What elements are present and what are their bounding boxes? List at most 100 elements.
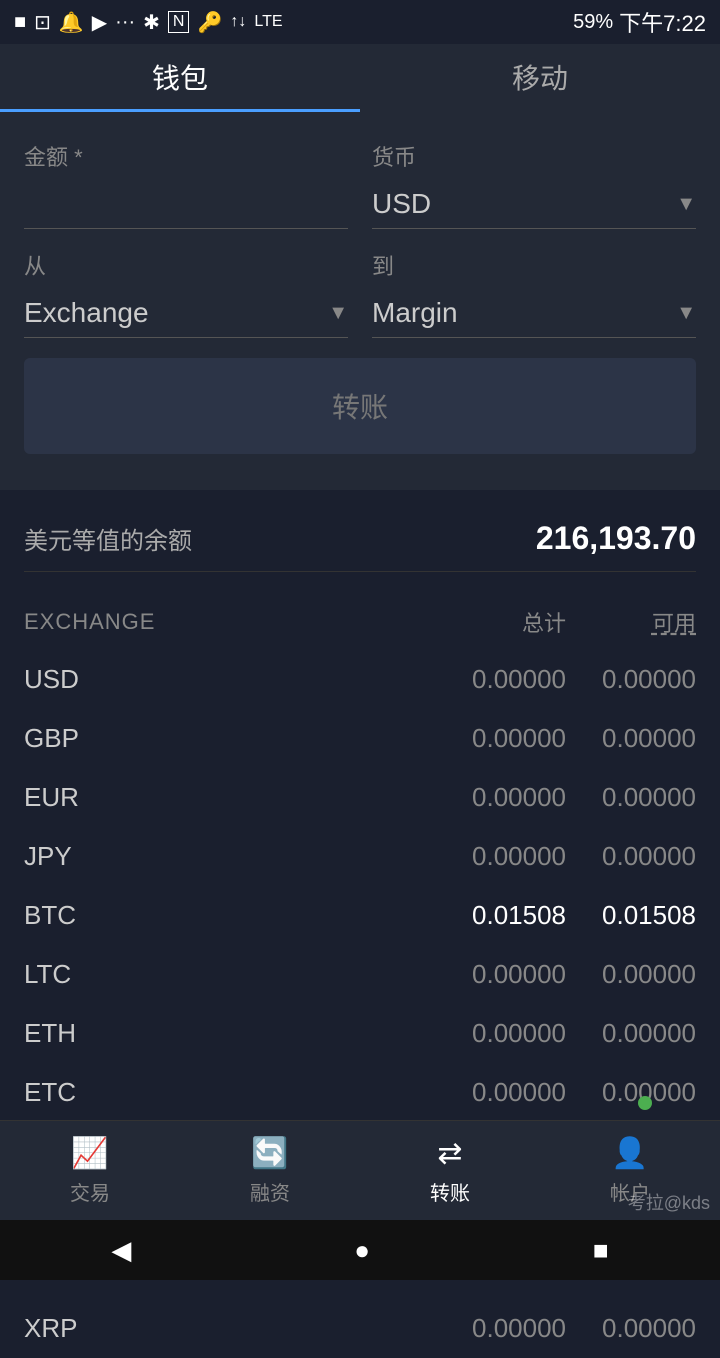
coin-available: 0.00000 bbox=[566, 959, 696, 990]
android-back-button[interactable]: ◀ bbox=[111, 1235, 131, 1266]
from-value: Exchange bbox=[24, 297, 149, 329]
coin-available: 0.01508 bbox=[566, 900, 696, 931]
coin-values: 0.00000 0.00000 bbox=[436, 782, 696, 813]
bottom-navigation: 📈 交易 🔄 融资 ⇄ 转账 👤 帐户 bbox=[0, 1120, 720, 1220]
col-headers: 总计 可用 bbox=[436, 606, 696, 638]
coin-values: 0.00000 0.00000 bbox=[436, 1077, 696, 1108]
battery-percent: 59% bbox=[573, 11, 613, 34]
status-bar: ■ ⊡ 🔔 ▶ ··· ✱ N 🔑 ↑↓ LTE 59% 下午7:22 bbox=[0, 0, 720, 44]
table-row: GBP 0.00000 0.00000 bbox=[24, 709, 696, 768]
coin-values: 0.00000 0.00000 bbox=[436, 959, 696, 990]
coin-symbol: ETH bbox=[24, 1018, 144, 1049]
tab-wallet[interactable]: 钱包 bbox=[0, 44, 360, 112]
coin-symbol: XRP bbox=[24, 1313, 144, 1344]
table-row: USD 0.00000 0.00000 bbox=[24, 650, 696, 709]
coin-available: 0.00000 bbox=[566, 1077, 696, 1108]
table-row: LTC 0.00000 0.00000 bbox=[24, 945, 696, 1004]
transfer-icon: ⇄ bbox=[437, 1136, 462, 1171]
status-icon-4: ▶ bbox=[92, 10, 107, 35]
balance-header: 美元等值的余额 216,193.70 bbox=[24, 520, 696, 572]
from-chevron-icon: ▼ bbox=[328, 302, 348, 325]
coin-total: 0.00000 bbox=[436, 723, 566, 754]
coin-total: 0.00000 bbox=[436, 664, 566, 695]
coin-total: 0.00000 bbox=[436, 1313, 566, 1344]
nav-funding[interactable]: 🔄 融资 bbox=[210, 1136, 330, 1206]
account-icon: 👤 bbox=[611, 1136, 648, 1171]
coin-total: 0.00000 bbox=[436, 1018, 566, 1049]
table-header-row: EXCHANGE 总计 可用 bbox=[24, 588, 696, 650]
currency-label: 货币 bbox=[372, 140, 696, 172]
coin-available: 0.00000 bbox=[566, 723, 696, 754]
to-chevron-icon: ▼ bbox=[676, 302, 696, 325]
nav-funding-label: 融资 bbox=[250, 1177, 290, 1206]
account-online-dot bbox=[638, 1096, 652, 1110]
currency-select[interactable]: USD ▼ bbox=[372, 180, 696, 229]
lte-label: LTE bbox=[254, 13, 282, 31]
balance-section: 美元等值的余额 216,193.70 bbox=[0, 492, 720, 588]
from-label: 从 bbox=[24, 249, 348, 281]
exchange-section-title: EXCHANGE bbox=[24, 609, 155, 635]
nav-transfer[interactable]: ⇄ 转账 bbox=[390, 1136, 510, 1206]
top-tabs: 钱包 移动 bbox=[0, 44, 720, 112]
coin-symbol: ETC bbox=[24, 1077, 144, 1108]
amount-label: 金额 * bbox=[24, 140, 348, 172]
transfer-button[interactable]: 转账 bbox=[24, 358, 696, 454]
table-row: ETH 0.00000 0.00000 bbox=[24, 1004, 696, 1063]
nav-trade-label: 交易 bbox=[70, 1177, 110, 1206]
to-value: Margin bbox=[372, 297, 458, 329]
chevron-down-icon: ▼ bbox=[676, 193, 696, 216]
to-field: 到 Margin ▼ bbox=[372, 249, 696, 338]
watermark: 考拉@kds bbox=[628, 1189, 710, 1215]
col-total-header: 总计 bbox=[436, 606, 566, 638]
from-select[interactable]: Exchange ▼ bbox=[24, 289, 348, 338]
transfer-button-row: 转账 bbox=[24, 358, 696, 454]
coin-available: 0.00000 bbox=[566, 664, 696, 695]
coin-values: 0.00000 0.00000 bbox=[436, 1018, 696, 1049]
coin-values: 0.00000 0.00000 bbox=[436, 664, 696, 695]
coin-symbol: BTC bbox=[24, 900, 144, 931]
android-recent-button[interactable]: ■ bbox=[593, 1235, 609, 1266]
key-icon: 🔑 bbox=[197, 10, 222, 35]
android-navigation: ◀ ● ■ bbox=[0, 1220, 720, 1280]
coin-total: 0.00000 bbox=[436, 959, 566, 990]
coin-symbol: JPY bbox=[24, 841, 144, 872]
amount-input[interactable] bbox=[24, 180, 348, 229]
from-field: 从 Exchange ▼ bbox=[24, 249, 348, 338]
android-home-button[interactable]: ● bbox=[354, 1235, 370, 1266]
nav-trade[interactable]: 📈 交易 bbox=[30, 1136, 150, 1206]
status-left-icons: ■ ⊡ 🔔 ▶ ··· ✱ N 🔑 ↑↓ LTE bbox=[14, 10, 283, 35]
coin-symbol: LTC bbox=[24, 959, 144, 990]
col-available-header: 可用 bbox=[566, 606, 696, 638]
amount-currency-row: 金额 * 货币 USD ▼ bbox=[24, 140, 696, 229]
amount-field: 金额 * bbox=[24, 140, 348, 229]
coin-total: 0.00000 bbox=[436, 782, 566, 813]
status-right-info: 59% 下午7:22 bbox=[573, 6, 706, 38]
balance-value: 216,193.70 bbox=[536, 520, 696, 557]
to-select[interactable]: Margin ▼ bbox=[372, 289, 696, 338]
transfer-form: 金额 * 货币 USD ▼ 从 Exchange ▼ 到 Margin ▼ bbox=[0, 112, 720, 492]
nav-transfer-label: 转账 bbox=[430, 1177, 470, 1206]
funding-icon: 🔄 bbox=[251, 1136, 288, 1171]
table-row: EUR 0.00000 0.00000 bbox=[24, 768, 696, 827]
coin-values: 0.01508 0.01508 bbox=[436, 900, 696, 931]
coin-total: 0.00000 bbox=[436, 841, 566, 872]
coin-available: 0.00000 bbox=[566, 841, 696, 872]
status-icon-3: 🔔 bbox=[59, 10, 84, 35]
coin-available: 0.00000 bbox=[566, 1313, 696, 1344]
from-to-row: 从 Exchange ▼ 到 Margin ▼ bbox=[24, 249, 696, 338]
time-display: 下午7:22 bbox=[619, 6, 706, 38]
coin-values: 0.00000 0.00000 bbox=[436, 841, 696, 872]
table-row: BTC 0.01508 0.01508 bbox=[24, 886, 696, 945]
coin-symbol: USD bbox=[24, 664, 144, 695]
status-icon-2: ⊡ bbox=[34, 10, 51, 35]
coin-values: 0.00000 0.00000 bbox=[436, 1313, 696, 1344]
bluetooth-icon: ✱ bbox=[143, 10, 160, 35]
coin-total: 0.00000 bbox=[436, 1077, 566, 1108]
coin-total: 0.01508 bbox=[436, 900, 566, 931]
table-row: ETC 0.00000 0.00000 bbox=[24, 1063, 696, 1122]
currency-value: USD bbox=[372, 188, 431, 220]
coin-available: 0.00000 bbox=[566, 782, 696, 813]
coin-values: 0.00000 0.00000 bbox=[436, 723, 696, 754]
tab-mobile[interactable]: 移动 bbox=[360, 44, 720, 112]
coin-symbol: EUR bbox=[24, 782, 144, 813]
